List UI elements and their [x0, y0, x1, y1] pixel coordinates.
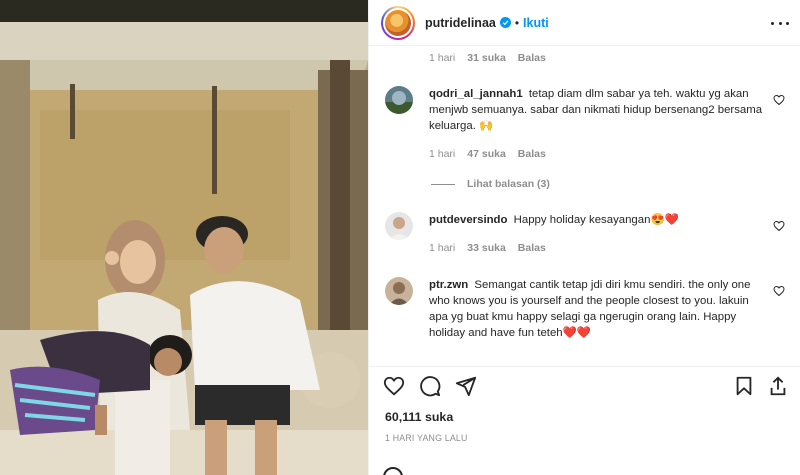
comment-meta: 1 hari 31 suka Balas	[429, 52, 546, 64]
author-username[interactable]: putridelinaa	[425, 16, 496, 30]
heart-icon[interactable]	[383, 375, 405, 397]
bookmark-icon[interactable]	[733, 375, 755, 397]
reply-button[interactable]: Balas	[518, 242, 546, 254]
action-icons-row	[383, 375, 789, 399]
commenter-avatar[interactable]	[385, 212, 413, 240]
comment-time: 1 hari	[429, 52, 456, 64]
comment-text: Semangat cantik tetap jdi diri kmu sendi…	[429, 279, 751, 339]
commenter-username[interactable]: qodri_al_jannah1	[429, 88, 523, 100]
comment-item: putdeversindo Happy holiday kesayangan😍❤…	[385, 212, 785, 242]
comment-body: ptr.zwn Semangat cantik tetap jdi diri k…	[429, 277, 765, 341]
commenter-avatar[interactable]	[385, 86, 413, 114]
share-external-icon[interactable]	[767, 375, 789, 397]
emoji-icon[interactable]	[383, 467, 403, 475]
view-replies-label: Lihat balasan (3)	[467, 178, 550, 190]
post-side-panel: putridelinaa • Ikuti 1 hari 31 suka Bala…	[368, 0, 800, 475]
commenter-username[interactable]: ptr.zwn	[429, 279, 468, 291]
comment-body: qodri_al_jannah1 tetap diam dlm sabar ya…	[429, 86, 765, 134]
post-photo	[0, 0, 368, 475]
like-comment-heart-icon[interactable]	[773, 94, 785, 106]
share-icon[interactable]	[455, 375, 477, 397]
comment-likes[interactable]: 33 suka	[467, 242, 506, 254]
like-comment-heart-icon[interactable]	[773, 220, 785, 232]
comment-text: Happy holiday kesayangan😍❤️	[513, 214, 679, 226]
reply-button[interactable]: Balas	[518, 148, 546, 160]
view-replies-button[interactable]: Lihat balasan (3)	[431, 178, 550, 190]
comment-time: 1 hari	[429, 242, 456, 254]
verified-icon	[499, 17, 511, 28]
reply-button[interactable]: Balas	[518, 52, 546, 64]
comment-meta: 1 hari 47 suka Balas	[429, 148, 546, 160]
comment-likes[interactable]: 47 suka	[467, 148, 506, 160]
comment-meta: 1 hari 33 suka Balas	[429, 242, 546, 254]
comment-icon[interactable]	[419, 375, 441, 397]
comment-item: ptr.zwn Semangat cantik tetap jdi diri k…	[385, 277, 785, 357]
comments-list: 1 hari 31 suka Balas qodri_al_jannah1 te…	[369, 46, 800, 366]
author-avatar[interactable]	[381, 5, 415, 40]
commenter-avatar[interactable]	[385, 277, 413, 305]
comment-likes[interactable]: 31 suka	[467, 52, 506, 64]
post-date: 1 HARI YANG LALU	[385, 433, 468, 443]
like-comment-heart-icon[interactable]	[773, 285, 785, 297]
follow-button[interactable]: Ikuti	[523, 16, 549, 30]
separator-dot: •	[514, 15, 520, 30]
likes-count[interactable]: 60,111 suka	[385, 410, 453, 424]
commenter-username[interactable]: putdeversindo	[429, 214, 507, 226]
more-options-icon[interactable]	[771, 14, 789, 32]
comment-item: qodri_al_jannah1 tetap diam dlm sabar ya…	[385, 86, 785, 156]
comment-body: putdeversindo Happy holiday kesayangan😍❤…	[429, 212, 765, 228]
comment-time: 1 hari	[429, 148, 456, 160]
post-header: putridelinaa • Ikuti	[369, 0, 800, 46]
post-actions: 60,111 suka 1 HARI YANG LALU	[369, 366, 800, 475]
